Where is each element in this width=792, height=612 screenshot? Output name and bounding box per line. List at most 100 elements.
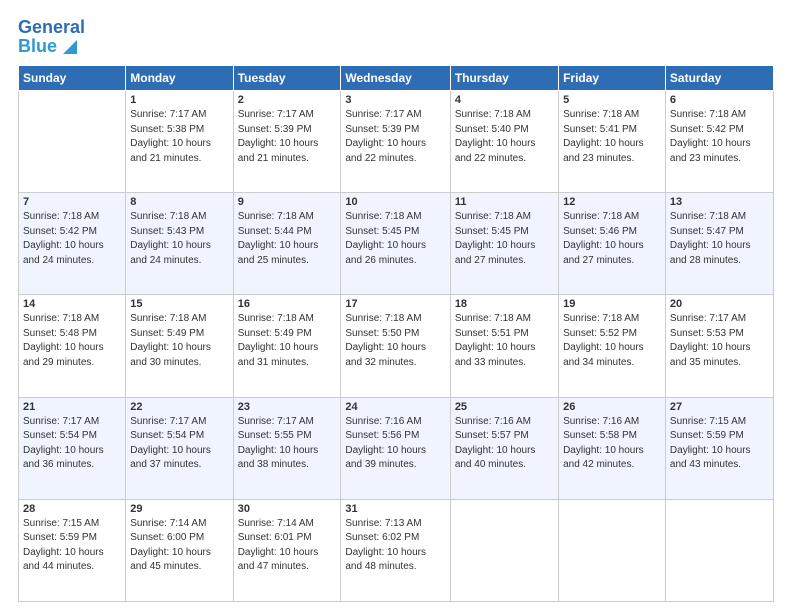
day-info: Sunrise: 7:16 AMSunset: 5:57 PMDaylight:…	[455, 415, 554, 473]
day-info: Sunrise: 7:18 AMSunset: 5:52 PMDaylight:…	[563, 312, 661, 370]
day-number: 9	[238, 196, 337, 208]
day-number: 4	[455, 94, 554, 106]
calendar-week-row: 28 Sunrise: 7:15 AMSunset: 5:59 PMDayligh…	[19, 499, 774, 601]
day-number: 29	[130, 503, 228, 515]
calendar-cell: 25 Sunrise: 7:16 AMSunset: 5:57 PMDayligh…	[450, 397, 558, 499]
day-info: Sunrise: 7:16 AMSunset: 5:56 PMDaylight:…	[345, 415, 445, 473]
calendar-cell: 2Sunrise: 7:17 AMSunset: 5:39 PMDaylight…	[233, 91, 341, 193]
col-saturday: Saturday	[665, 66, 773, 91]
day-info: Sunrise: 7:18 AMSunset: 5:41 PMDaylight:…	[563, 108, 661, 166]
day-info: Sunrise: 7:14 AMSunset: 6:00 PMDaylight:…	[130, 517, 228, 575]
day-number: 24	[345, 401, 445, 413]
day-info: Sunrise: 7:18 AMSunset: 5:42 PMDaylight:…	[23, 210, 121, 268]
day-number: 30	[238, 503, 337, 515]
day-number: 25	[455, 401, 554, 413]
day-number: 8	[130, 196, 228, 208]
day-number: 27	[670, 401, 769, 413]
day-info: Sunrise: 7:15 AMSunset: 5:59 PMDaylight:…	[670, 415, 769, 473]
day-info: Sunrise: 7:18 AMSunset: 5:46 PMDaylight:…	[563, 210, 661, 268]
day-number: 3	[345, 94, 445, 106]
day-info: Sunrise: 7:17 AMSunset: 5:53 PMDaylight:…	[670, 312, 769, 370]
day-number: 15	[130, 298, 228, 310]
day-number: 23	[238, 401, 337, 413]
calendar-cell: 6Sunrise: 7:18 AMSunset: 5:42 PMDaylight…	[665, 91, 773, 193]
calendar-cell: 9 Sunrise: 7:18 AMSunset: 5:44 PMDaylight…	[233, 193, 341, 295]
day-info: Sunrise: 7:18 AMSunset: 5:44 PMDaylight:…	[238, 210, 337, 268]
calendar-cell: 5 Sunrise: 7:18 AMSunset: 5:41 PMDaylight…	[559, 91, 666, 193]
day-info: Sunrise: 7:18 AMSunset: 5:43 PMDaylight:…	[130, 210, 228, 268]
day-number: 28	[23, 503, 121, 515]
calendar-week-row: 7Sunrise: 7:18 AMSunset: 5:42 PMDaylight…	[19, 193, 774, 295]
day-info: Sunrise: 7:17 AMSunset: 5:39 PMDaylight:…	[345, 108, 445, 166]
calendar-cell: 29 Sunrise: 7:14 AMSunset: 6:00 PMDayligh…	[126, 499, 233, 601]
day-number: 10	[345, 196, 445, 208]
calendar-cell: 15 Sunrise: 7:18 AMSunset: 5:49 PMDayligh…	[126, 295, 233, 397]
day-info: Sunrise: 7:18 AMSunset: 5:40 PMDaylight:…	[455, 108, 554, 166]
calendar-week-row: 14 Sunrise: 7:18 AMSunset: 5:48 PMDayligh…	[19, 295, 774, 397]
day-info: Sunrise: 7:15 AMSunset: 5:59 PMDaylight:…	[23, 517, 121, 575]
calendar-cell: 27 Sunrise: 7:15 AMSunset: 5:59 PMDayligh…	[665, 397, 773, 499]
calendar-table: Sunday Monday Tuesday Wednesday Thursday…	[18, 65, 774, 602]
day-number: 19	[563, 298, 661, 310]
calendar-cell	[665, 499, 773, 601]
day-info: Sunrise: 7:18 AMSunset: 5:45 PMDaylight:…	[455, 210, 554, 268]
day-number: 5	[563, 94, 661, 106]
calendar-cell	[450, 499, 558, 601]
day-info: Sunrise: 7:18 AMSunset: 5:49 PMDaylight:…	[238, 312, 337, 370]
calendar-cell: 14 Sunrise: 7:18 AMSunset: 5:48 PMDayligh…	[19, 295, 126, 397]
day-number: 17	[345, 298, 445, 310]
day-number: 22	[130, 401, 228, 413]
day-info: Sunrise: 7:18 AMSunset: 5:48 PMDaylight:…	[23, 312, 121, 370]
day-number: 14	[23, 298, 121, 310]
day-info: Sunrise: 7:18 AMSunset: 5:49 PMDaylight:…	[130, 312, 228, 370]
col-friday: Friday	[559, 66, 666, 91]
day-info: Sunrise: 7:17 AMSunset: 5:39 PMDaylight:…	[238, 108, 337, 166]
day-info: Sunrise: 7:13 AMSunset: 6:02 PMDaylight:…	[345, 517, 445, 575]
calendar-cell: 12 Sunrise: 7:18 AMSunset: 5:46 PMDayligh…	[559, 193, 666, 295]
col-wednesday: Wednesday	[341, 66, 450, 91]
day-number: 31	[345, 503, 445, 515]
logo-icon	[59, 38, 77, 56]
day-info: Sunrise: 7:17 AMSunset: 5:54 PMDaylight:…	[23, 415, 121, 473]
day-info: Sunrise: 7:18 AMSunset: 5:45 PMDaylight:…	[345, 210, 445, 268]
day-number: 6	[670, 94, 769, 106]
day-number: 18	[455, 298, 554, 310]
calendar-cell: 4 Sunrise: 7:18 AMSunset: 5:40 PMDaylight…	[450, 91, 558, 193]
col-monday: Monday	[126, 66, 233, 91]
col-sunday: Sunday	[19, 66, 126, 91]
day-info: Sunrise: 7:18 AMSunset: 5:51 PMDaylight:…	[455, 312, 554, 370]
logo-blue: Blue	[18, 36, 57, 57]
calendar-cell: 3 Sunrise: 7:17 AMSunset: 5:39 PMDaylight…	[341, 91, 450, 193]
calendar-cell: 30Sunrise: 7:14 AMSunset: 6:01 PMDayligh…	[233, 499, 341, 601]
calendar-week-row: 1 Sunrise: 7:17 AMSunset: 5:38 PMDaylight…	[19, 91, 774, 193]
logo-text: General	[18, 17, 85, 37]
calendar-cell: 23 Sunrise: 7:17 AMSunset: 5:55 PMDayligh…	[233, 397, 341, 499]
calendar-cell: 8 Sunrise: 7:18 AMSunset: 5:43 PMDaylight…	[126, 193, 233, 295]
day-number: 21	[23, 401, 121, 413]
col-tuesday: Tuesday	[233, 66, 341, 91]
calendar-cell: 7Sunrise: 7:18 AMSunset: 5:42 PMDaylight…	[19, 193, 126, 295]
day-number: 11	[455, 196, 554, 208]
day-info: Sunrise: 7:17 AMSunset: 5:55 PMDaylight:…	[238, 415, 337, 473]
calendar-cell: 24 Sunrise: 7:16 AMSunset: 5:56 PMDayligh…	[341, 397, 450, 499]
calendar-cell: 22Sunrise: 7:17 AMSunset: 5:54 PMDayligh…	[126, 397, 233, 499]
calendar-cell: 17 Sunrise: 7:18 AMSunset: 5:50 PMDayligh…	[341, 295, 450, 397]
day-info: Sunrise: 7:18 AMSunset: 5:50 PMDaylight:…	[345, 312, 445, 370]
calendar-cell: 18 Sunrise: 7:18 AMSunset: 5:51 PMDayligh…	[450, 295, 558, 397]
calendar-cell: 28 Sunrise: 7:15 AMSunset: 5:59 PMDayligh…	[19, 499, 126, 601]
calendar-cell: 19 Sunrise: 7:18 AMSunset: 5:52 PMDayligh…	[559, 295, 666, 397]
page: General Blue Sunday Monday Tuesday Wedne…	[0, 0, 792, 612]
calendar-cell: 31 Sunrise: 7:13 AMSunset: 6:02 PMDayligh…	[341, 499, 450, 601]
calendar-cell: 10 Sunrise: 7:18 AMSunset: 5:45 PMDayligh…	[341, 193, 450, 295]
calendar-cell: 21 Sunrise: 7:17 AMSunset: 5:54 PMDayligh…	[19, 397, 126, 499]
day-number: 20	[670, 298, 769, 310]
day-info: Sunrise: 7:16 AMSunset: 5:58 PMDaylight:…	[563, 415, 661, 473]
logo: General Blue	[18, 18, 85, 57]
day-number: 13	[670, 196, 769, 208]
day-info: Sunrise: 7:17 AMSunset: 5:38 PMDaylight:…	[130, 108, 228, 166]
calendar-cell: 16Sunrise: 7:18 AMSunset: 5:49 PMDayligh…	[233, 295, 341, 397]
day-number: 1	[130, 94, 228, 106]
day-number: 12	[563, 196, 661, 208]
col-thursday: Thursday	[450, 66, 558, 91]
day-info: Sunrise: 7:18 AMSunset: 5:47 PMDaylight:…	[670, 210, 769, 268]
